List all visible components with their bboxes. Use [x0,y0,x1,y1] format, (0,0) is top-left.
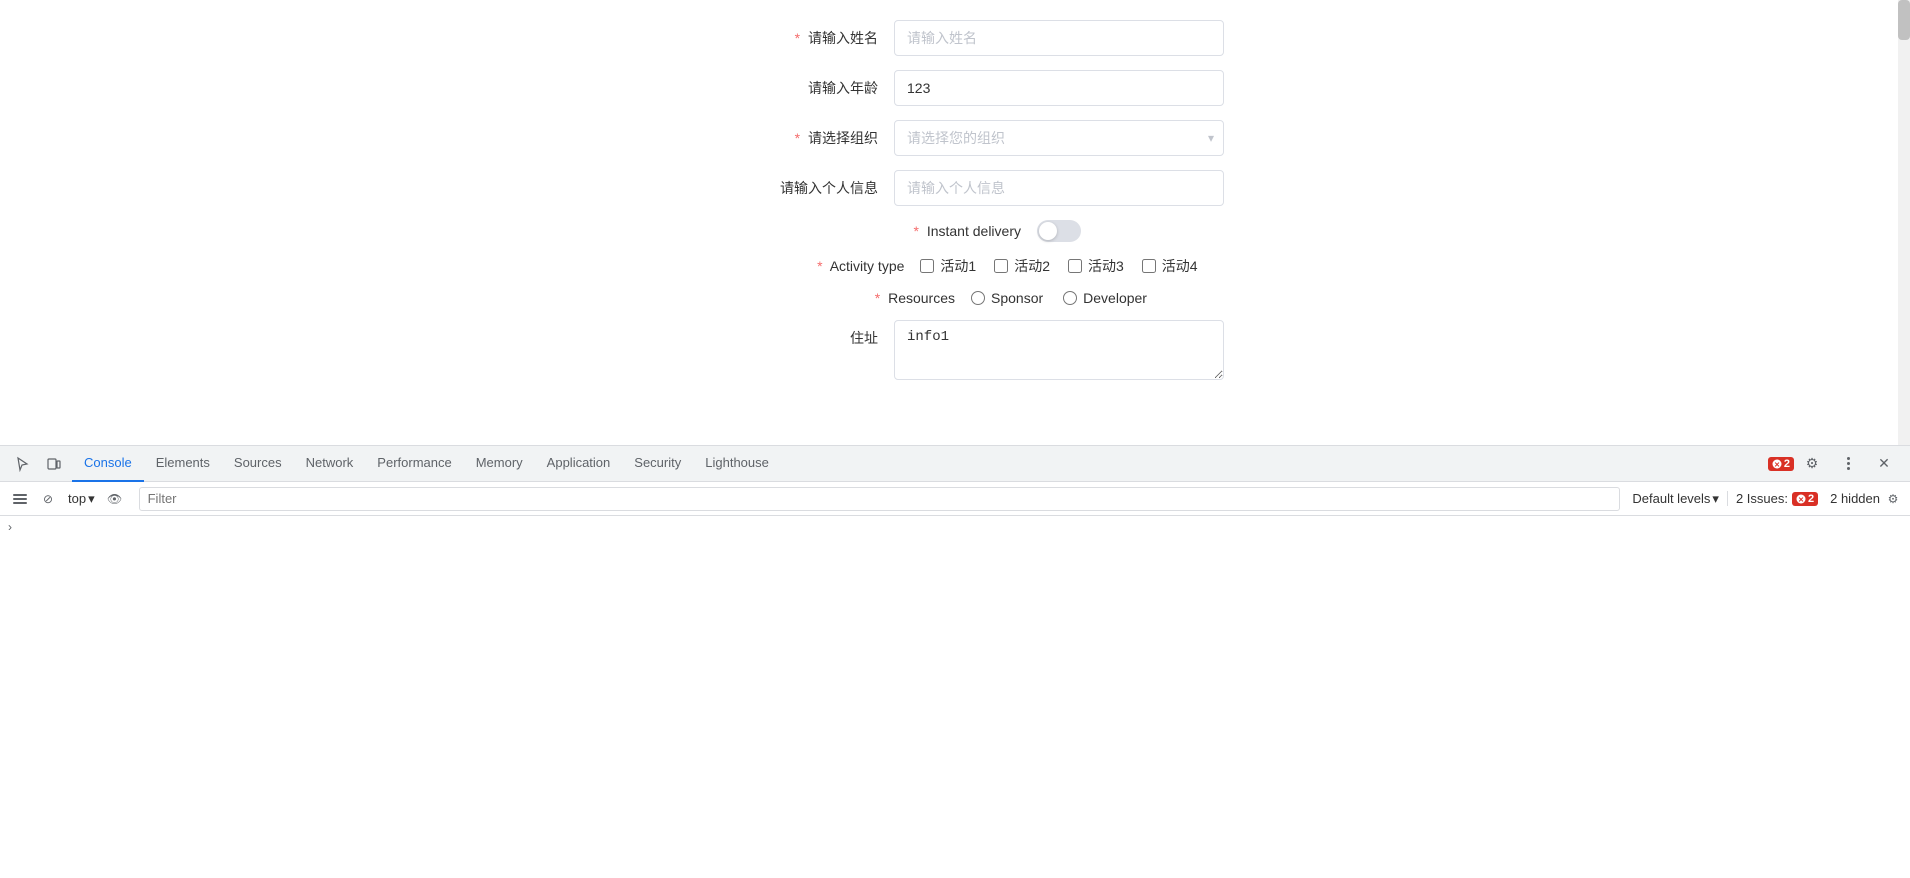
resources-required-star: * [875,290,880,306]
activity-type-row: * Activity type 活动1 活动2 活动3 活动4 [0,256,1898,276]
activity1-label: 活动1 [940,256,976,276]
org-required-star: * [795,130,800,146]
settings-icon[interactable]: ⚙ [1798,450,1826,478]
inspect-element-icon[interactable] [8,450,36,478]
activity4-label: 活动4 [1162,256,1198,276]
address-label: 住址 [674,320,894,348]
top-selector[interactable]: top ▾ [64,489,99,509]
activity2-label: 活动2 [1014,256,1050,276]
org-label: * 请选择组织 [674,128,894,148]
activity3-checkbox-item[interactable]: 活动3 [1068,256,1124,276]
device-toggle-icon[interactable] [40,450,68,478]
activity1-checkbox[interactable] [920,259,934,273]
console-settings-icon[interactable]: ⚙ [1884,490,1902,508]
console-prompt[interactable]: › [8,520,1902,534]
tab-elements[interactable]: Elements [144,446,222,482]
address-row: 住址 info1 [0,320,1898,385]
instant-delivery-toggle[interactable] [1037,220,1081,242]
developer-radio[interactable] [1063,291,1077,305]
tab-memory[interactable]: Memory [464,446,535,482]
name-required-star: * [795,30,800,46]
ban-icon[interactable]: ⊘ [36,487,60,511]
tab-application[interactable]: Application [535,446,623,482]
toggle-thumb [1039,222,1057,240]
resources-radios: Sponsor Developer [971,290,1147,306]
activity3-checkbox[interactable] [1068,259,1082,273]
top-selector-label: top [68,491,86,506]
tab-lighthouse[interactable]: Lighthouse [693,446,781,482]
activity-type-checkboxes: 活动1 活动2 活动3 活动4 [920,256,1197,276]
developer-label: Developer [1083,290,1147,306]
tab-network[interactable]: Network [294,446,366,482]
devtools-panel: Console Elements Sources Network Perform… [0,445,1910,877]
resources-label: * Resources [751,290,971,306]
form: * 请输入姓名 请输入年龄 * 请选择组织 请选择您的组织 ▾ [0,0,1898,399]
top-selector-dropdown-icon: ▾ [88,491,95,507]
activity3-label: 活动3 [1088,256,1124,276]
sponsor-label: Sponsor [991,290,1043,306]
devtools-tabs-bar: Console Elements Sources Network Perform… [0,446,1910,482]
sponsor-radio-item[interactable]: Sponsor [971,290,1043,306]
sponsor-radio[interactable] [971,291,985,305]
default-levels-selector[interactable]: Default levels ▾ [1632,491,1719,507]
activity4-checkbox-item[interactable]: 活动4 [1142,256,1198,276]
clear-console-icon[interactable] [8,487,32,511]
instant-delivery-required-star: * [913,223,918,239]
org-select-wrapper: 请选择您的组织 ▾ [894,120,1224,156]
more-options-icon[interactable] [1834,450,1862,478]
personal-info-label: 请输入个人信息 [674,178,894,198]
org-field-row: * 请选择组织 请选择您的组织 ▾ [0,120,1898,156]
eye-icon[interactable]: 👁 [103,487,127,511]
activity2-checkbox[interactable] [994,259,1008,273]
resources-row: * Resources Sponsor Developer [0,290,1898,306]
address-textarea[interactable]: info1 [894,320,1224,380]
scrollbar[interactable] [1898,0,1910,445]
tab-console[interactable]: Console [72,446,144,482]
tab-sources[interactable]: Sources [222,446,294,482]
age-input[interactable] [894,70,1224,106]
tab-performance[interactable]: Performance [365,446,463,482]
org-select[interactable]: 请选择您的组织 [894,120,1224,156]
issues-label: 2 Issues: [1736,491,1788,506]
activity1-checkbox-item[interactable]: 活动1 [920,256,976,276]
console-content[interactable]: › [0,516,1910,878]
instant-delivery-row: * Instant delivery [0,220,1898,242]
name-label: * 请输入姓名 [674,28,894,48]
personal-info-input[interactable] [894,170,1224,206]
filter-input[interactable] [139,487,1621,511]
address-textarea-wrapper: info1 [894,320,1224,385]
activity-type-label: * Activity type [700,258,920,274]
three-dots-icon [1840,456,1856,472]
hidden-count: 2 hidden [1822,491,1880,506]
issues-error-badge: ✕ 2 [1792,492,1818,506]
age-label: 请输入年龄 [674,78,894,98]
main-content: * 请输入姓名 请输入年龄 * 请选择组织 请选择您的组织 ▾ [0,0,1898,445]
age-field-row: 请输入年龄 [0,70,1898,106]
devtools-tabs-right: ✕ 2 ⚙ ✕ [1768,450,1902,478]
svg-text:✕: ✕ [1798,497,1804,504]
scrollbar-thumb[interactable] [1898,0,1910,40]
default-levels-dropdown-icon: ▾ [1712,491,1719,507]
issues-count-num: 2 [1808,493,1814,505]
instant-delivery-label: * Instant delivery [817,223,1037,239]
console-chevron-icon: › [8,520,12,534]
activity-required-star: * [817,258,822,274]
tab-security[interactable]: Security [622,446,693,482]
personal-info-field-row: 请输入个人信息 [0,170,1898,206]
close-devtools-icon[interactable]: ✕ [1870,450,1898,478]
developer-radio-item[interactable]: Developer [1063,290,1147,306]
issues-count-area: 2 Issues: ✕ 2 [1727,491,1818,506]
svg-text:✕: ✕ [1774,462,1780,469]
name-field-row: * 请输入姓名 [0,20,1898,56]
default-levels-label: Default levels [1632,491,1710,506]
console-toolbar: ⊘ top ▾ 👁 Default levels ▾ 2 Issues: ✕ 2… [0,482,1910,516]
name-input[interactable] [894,20,1224,56]
activity4-checkbox[interactable] [1142,259,1156,273]
activity2-checkbox-item[interactable]: 活动2 [994,256,1050,276]
error-badge: ✕ 2 [1768,457,1794,471]
